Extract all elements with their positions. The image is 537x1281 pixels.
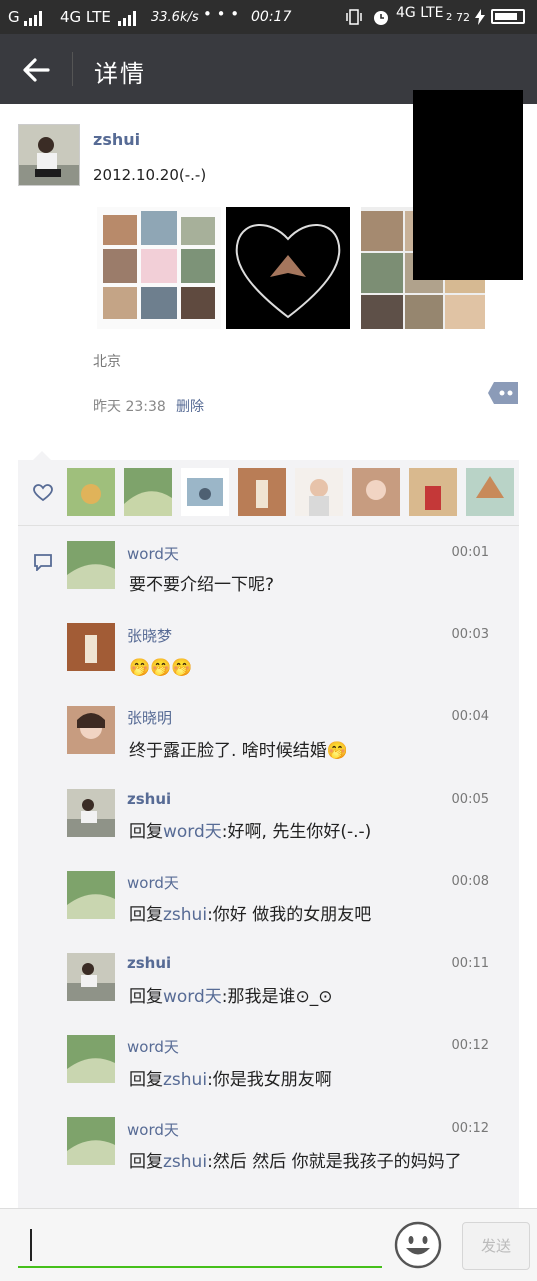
send-button[interactable]: 发送 (462, 1222, 530, 1270)
commenter-avatar[interactable] (67, 1035, 115, 1083)
post-time: 昨天 23:38 (93, 399, 166, 415)
post-photo-2[interactable] (226, 207, 350, 329)
commenter-name[interactable]: word天 (127, 1036, 179, 1057)
commenter-avatar[interactable] (67, 871, 115, 919)
net-speed: 33.6k/s (151, 10, 199, 25)
commenter-name[interactable]: word天 (127, 1119, 179, 1140)
reply-to-name[interactable]: zshui (163, 1070, 207, 1090)
network-label-2: 4G LTE (396, 5, 444, 21)
post-location[interactable]: 北京 (93, 351, 121, 371)
page-title: 详情 (94, 60, 146, 88)
comment-text: 终于露正脸了. 啥时候结婚🤭 (129, 741, 348, 761)
signal-icon-2 (118, 10, 140, 26)
commenter-name[interactable]: zshui (127, 790, 171, 808)
comment-icon (34, 554, 52, 571)
post-text: 2012.10.20(-.-) (93, 166, 207, 184)
comment-time: 00:12 (451, 1121, 489, 1136)
sim-label: 2 (446, 12, 453, 23)
comment-time: 00:05 (451, 792, 489, 807)
like-avatar[interactable] (409, 468, 457, 516)
emoji-icon[interactable] (394, 1221, 442, 1269)
like-avatar[interactable] (352, 468, 400, 516)
comment-input[interactable] (18, 1226, 382, 1268)
comment-time: 00:04 (451, 709, 489, 724)
author-avatar[interactable] (18, 124, 80, 186)
reply-to-name[interactable]: word天 (163, 822, 222, 842)
commenter-name[interactable]: 张晓梦 (127, 625, 172, 646)
reply-to-name[interactable]: zshui (163, 1152, 207, 1172)
post-photo-1[interactable] (97, 207, 221, 329)
delete-button[interactable]: 删除 (176, 396, 204, 416)
like-avatar[interactable] (238, 468, 286, 516)
commenter-name[interactable]: 张晓明 (127, 707, 172, 728)
commenter-avatar[interactable] (67, 541, 115, 589)
comment-text: 回复zshui:你好 做我的女朋友吧 (129, 905, 372, 925)
like-avatar[interactable] (67, 468, 115, 516)
title-divider (72, 52, 73, 86)
comment-time: 00:01 (451, 545, 489, 560)
heart-icon (33, 484, 53, 502)
like-avatar[interactable] (295, 468, 343, 516)
vibrate-icon (346, 9, 362, 25)
reply-to-name[interactable]: word天 (163, 987, 222, 1007)
comment-text: 回复word天:好啊, 先生你好(-.-) (129, 822, 372, 842)
charging-icon (475, 9, 485, 25)
commenter-avatar[interactable] (67, 623, 115, 671)
commenter-avatar[interactable] (67, 706, 115, 754)
commenter-name[interactable]: word天 (127, 543, 179, 564)
comment-text: 回复zshui:然后 然后 你就是我孩子的妈妈了 (129, 1152, 462, 1172)
commenter-name[interactable]: zshui (127, 954, 171, 972)
more-icon[interactable] (486, 380, 520, 406)
like-avatar[interactable] (466, 468, 514, 516)
comment-time: 00:03 (451, 627, 489, 642)
network-label: 4G LTE (60, 8, 111, 26)
comment-time: 00:11 (451, 956, 489, 971)
like-avatar[interactable] (181, 468, 229, 516)
commenter-avatar[interactable] (67, 1117, 115, 1165)
comment-text: 要不要介绍一下呢? (129, 575, 275, 595)
reply-to-name[interactable]: zshui (163, 905, 207, 925)
comment-time: 00:08 (451, 874, 489, 889)
text-caret (30, 1229, 32, 1261)
alarm-icon (374, 11, 388, 25)
signal-icon (24, 10, 46, 26)
comment-text: 回复word天:那我是谁⊙_⊙ (129, 987, 333, 1007)
status-bar: G 4G LTE 33.6k/s • • • 00:17 4G LTE 2 72 (0, 0, 537, 34)
back-arrow-icon[interactable] (18, 52, 54, 88)
comment-time: 00:12 (451, 1038, 489, 1053)
status-dots: • • • (203, 5, 240, 23)
likes-row (18, 460, 519, 526)
carrier-label: G (8, 8, 20, 26)
commenter-avatar[interactable] (67, 953, 115, 1001)
commenter-name[interactable]: word天 (127, 872, 179, 893)
battery-icon (491, 9, 525, 24)
clock: 00:17 (251, 9, 292, 25)
redaction-block (413, 90, 523, 280)
battery-percent: 72 (456, 11, 470, 24)
commenter-avatar[interactable] (67, 789, 115, 837)
comment-text: 回复zshui:你是我女朋友啊 (129, 1070, 332, 1090)
comment-text: 🤭🤭🤭 (129, 658, 193, 678)
like-avatar[interactable] (124, 468, 172, 516)
author-name[interactable]: zshui (93, 130, 140, 149)
